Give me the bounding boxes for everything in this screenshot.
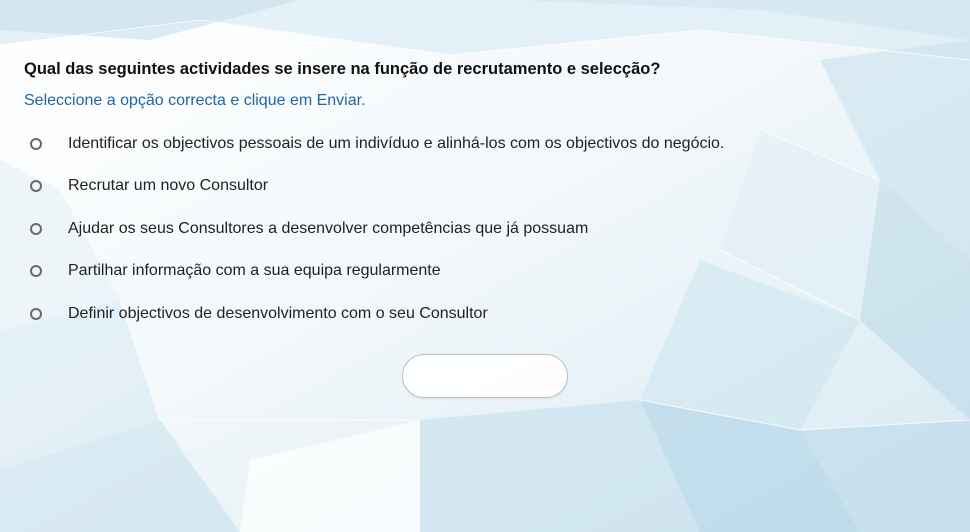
radio-button-icon[interactable] [30,308,42,320]
option-label: Recrutar um novo Consultor [68,177,269,194]
option-label: Partilhar informação com a sua equipa re… [68,262,441,279]
option-label: Definir objectivos de desenvolvimento co… [68,305,488,322]
radio-button-icon[interactable] [30,138,42,150]
submit-button[interactable] [402,354,568,398]
option-label: Ajudar os seus Consultores a desenvolver… [68,220,589,237]
option-1[interactable]: Identificar os objectivos pessoais de um… [30,130,724,158]
option-4[interactable]: Partilhar informação com a sua equipa re… [30,257,441,285]
instruction-text: Seleccione a opção correcta e clique em … [24,92,366,109]
radio-button-icon[interactable] [30,265,42,277]
radio-button-icon[interactable] [30,223,42,235]
radio-button-icon[interactable] [30,180,42,192]
option-2[interactable]: Recrutar um novo Consultor [30,172,268,200]
quiz-panel: Qual das seguintes actividades se insere… [0,0,970,532]
option-3[interactable]: Ajudar os seus Consultores a desenvolver… [30,215,588,243]
option-label: Identificar os objectivos pessoais de um… [68,135,725,152]
question-text: Qual das seguintes actividades se insere… [24,60,661,78]
option-5[interactable]: Definir objectivos de desenvolvimento co… [30,300,488,328]
